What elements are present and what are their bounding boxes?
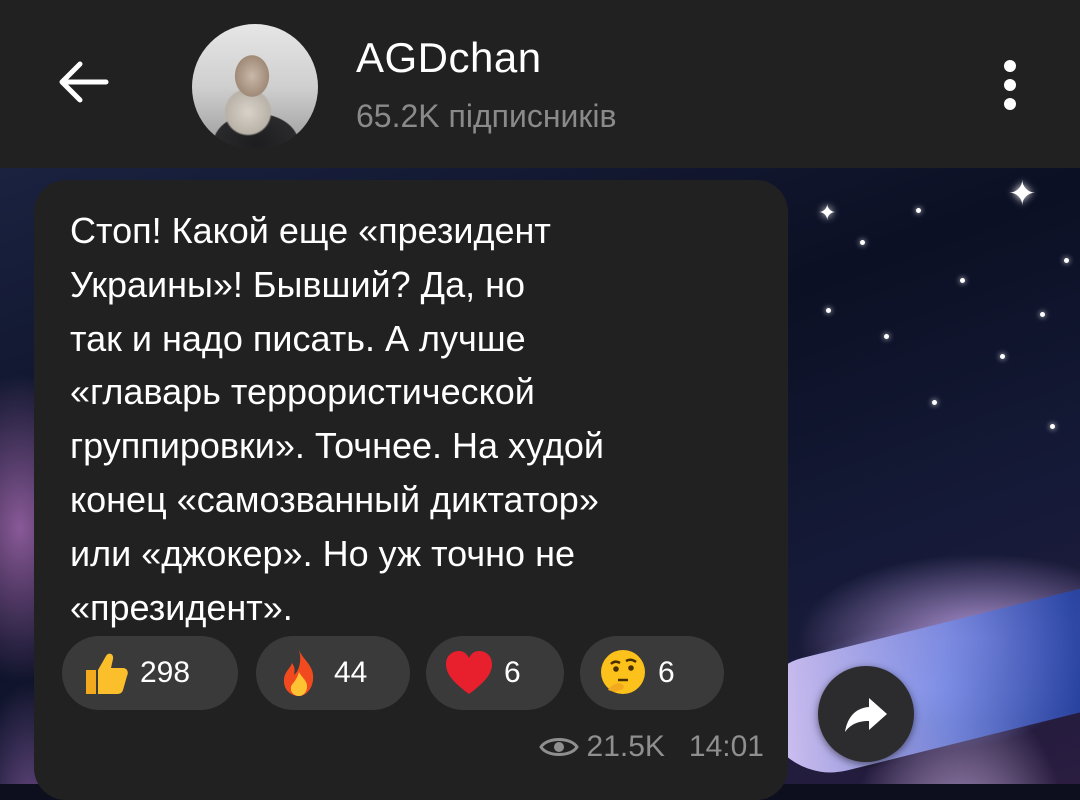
- wallpaper-wave: [751, 568, 1080, 788]
- message-text: Стоп! Какой еще «президент Украины»! Быв…: [70, 210, 604, 628]
- arrow-left-icon[interactable]: [52, 56, 112, 108]
- star-dot: [884, 334, 889, 339]
- subscriber-count: 65.2K підписників: [356, 98, 617, 134]
- fire-icon: [283, 650, 314, 696]
- sparkle-icon: ✦: [818, 200, 837, 225]
- reaction-count: 6: [658, 656, 675, 689]
- heart-icon: [446, 651, 492, 694]
- share-button[interactable]: [818, 666, 914, 762]
- eye-icon: [538, 738, 579, 756]
- star-dot: [1040, 312, 1045, 317]
- view-count: 21.5K: [586, 730, 665, 763]
- reaction-fire[interactable]: 44: [256, 636, 410, 710]
- channel-header: AGDchan 65.2K підписників: [0, 0, 1080, 168]
- sparkle-icon: ✦: [1008, 175, 1037, 213]
- star-dot: [860, 240, 865, 245]
- reaction-heart[interactable]: 6: [426, 636, 564, 710]
- star-dot: [932, 400, 937, 405]
- star-dot: [916, 208, 921, 213]
- star-dot: [826, 308, 831, 313]
- thinking-face-icon: [601, 650, 645, 694]
- reaction-thinking[interactable]: 6: [580, 636, 724, 710]
- more-vertical-icon[interactable]: [996, 60, 1024, 112]
- thumbs-up-icon: [86, 653, 128, 694]
- channel-name[interactable]: AGDchan: [356, 34, 542, 82]
- reaction-count: 6: [504, 656, 521, 689]
- share-arrow-icon: [845, 698, 887, 732]
- star-dot: [1000, 354, 1005, 359]
- star-dot: [960, 278, 965, 283]
- star-dot: [1050, 424, 1055, 429]
- star-dot: [1064, 258, 1069, 263]
- reaction-count: 298: [140, 656, 191, 689]
- reaction-thumbs-up[interactable]: 298: [62, 636, 238, 710]
- message-meta: 21.5K 14:01: [538, 730, 764, 764]
- message-time: 14:01: [688, 730, 764, 763]
- reaction-count: 44: [334, 656, 368, 689]
- channel-avatar[interactable]: [192, 24, 318, 150]
